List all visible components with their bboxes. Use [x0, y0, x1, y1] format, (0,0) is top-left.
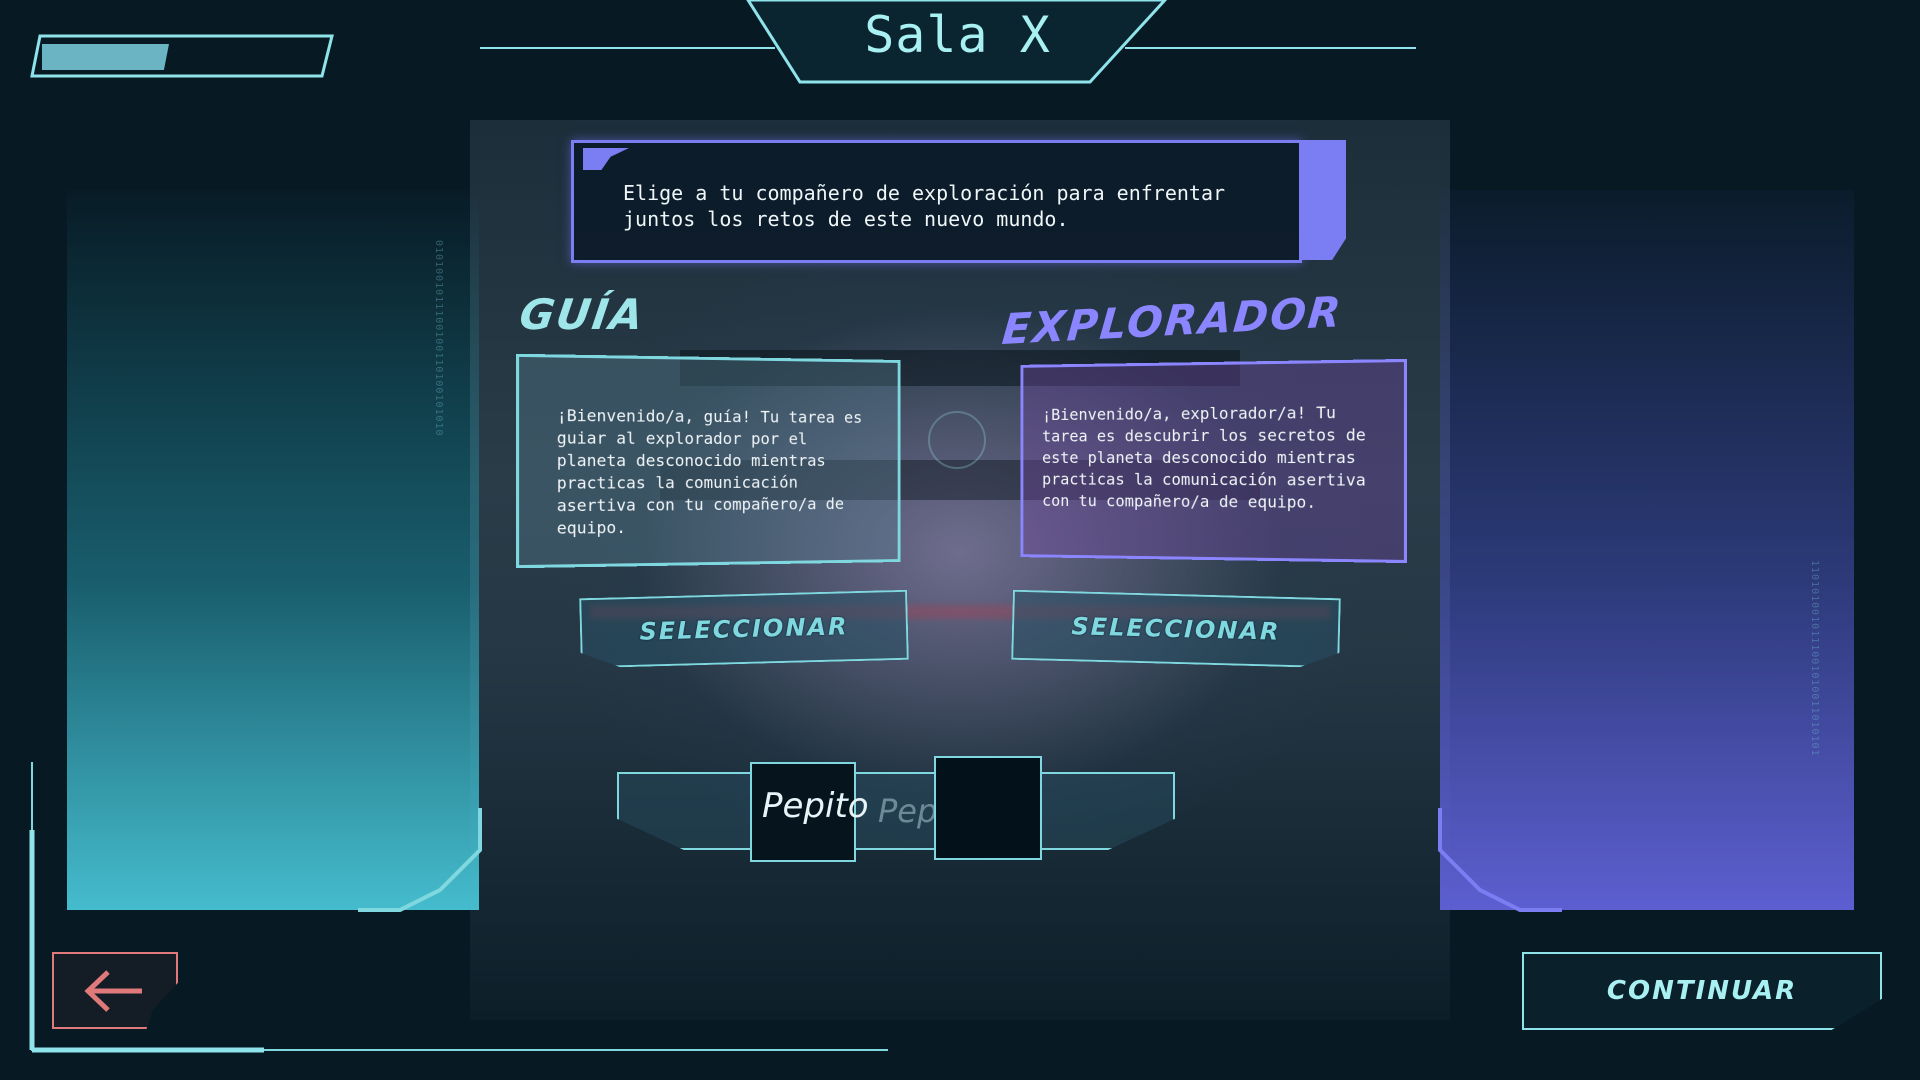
progress-bar-fill — [42, 44, 169, 70]
role-card-guia: ¡Bienvenido/a, guía! Tu tarea es guiar a… — [515, 353, 901, 569]
arrow-left-icon — [84, 969, 142, 1012]
player-name: Pepito — [762, 786, 869, 826]
page-title: Sala X — [864, 6, 1051, 64]
continue-button[interactable]: CONTINUAR — [1522, 952, 1882, 1030]
role-description-guia: ¡Bienvenido/a, guía! Tu tarea es guiar a… — [556, 405, 863, 538]
select-explorador-button[interactable]: SELECCIONAR — [1011, 590, 1341, 669]
role-card-explorador: ¡Bienvenido/a, explorador/a! Tu tarea es… — [1020, 358, 1408, 564]
instruction-box-accent — [1300, 140, 1346, 260]
role-title-guia: GUÍA — [516, 290, 649, 339]
select-guia-button[interactable]: SELECCIONAR — [579, 590, 909, 669]
instruction-text: Elige a tu compañero de exploración para… — [623, 181, 1226, 231]
avatar-slot — [934, 756, 1042, 860]
role-description-explorador: ¡Bienvenido/a, explorador/a! Tu tarea es… — [1042, 402, 1366, 512]
player-name-ghost: Pep — [878, 792, 938, 830]
